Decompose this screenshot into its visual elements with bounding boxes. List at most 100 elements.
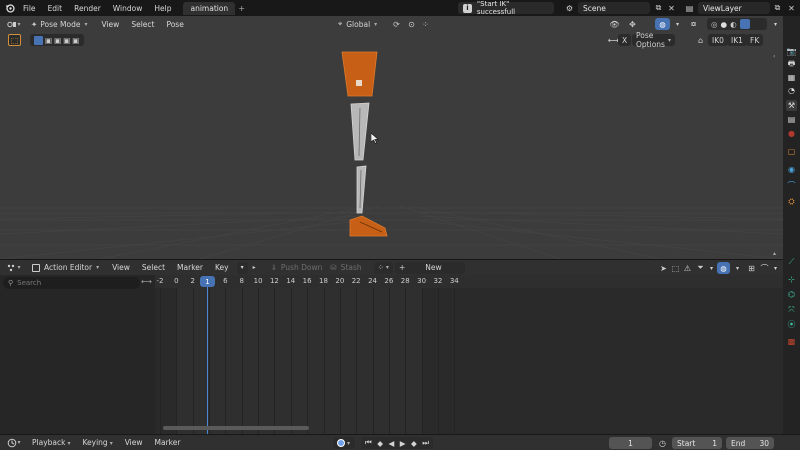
modifier-properties-icon[interactable]: ▤ xyxy=(786,114,797,125)
armature[interactable] xyxy=(330,46,400,246)
stash-button[interactable]: ⛁ Stash xyxy=(326,262,365,274)
new-action-button[interactable]: + New xyxy=(394,261,465,274)
interpolation-dropdown[interactable]: ▾ xyxy=(236,261,248,274)
particles-properties-icon[interactable]: ⦿ xyxy=(786,319,797,330)
timeline-editor-icon[interactable]: ▾ xyxy=(4,437,24,449)
viewport-menu-pose[interactable]: Pose xyxy=(160,20,189,29)
copy-scene-icon[interactable]: ⧉ xyxy=(652,2,665,14)
overlays-dropdown-icon[interactable]: ▾ xyxy=(671,18,684,30)
viewport-menu-select[interactable]: Select xyxy=(125,20,160,29)
menu-window[interactable]: Window xyxy=(107,4,149,13)
ik0-button[interactable]: IK0 xyxy=(708,34,728,46)
overlays-button[interactable]: ◍ xyxy=(655,18,670,30)
x-mirror-toggle[interactable]: X xyxy=(618,34,632,46)
sidebar-toggle-icon[interactable]: ‹ xyxy=(773,53,775,60)
material-shading-icon[interactable]: ◐ xyxy=(730,20,737,29)
frame-ruler[interactable] xyxy=(155,275,783,288)
action-menu-view[interactable]: View xyxy=(106,263,136,272)
jump-to-keyframe-next-icon[interactable]: ◆ xyxy=(411,439,417,448)
filter-errors-icon[interactable]: ⚠ xyxy=(681,262,694,274)
menu-edit[interactable]: Edit xyxy=(42,4,69,13)
swap-icon[interactable]: ⟷ xyxy=(141,277,152,286)
visibility-icon[interactable]: 👁 xyxy=(608,18,621,30)
select-new-icon[interactable] xyxy=(34,35,43,45)
wireframe-shading-icon[interactable]: ◎ xyxy=(711,20,718,29)
constraint-properties-icon[interactable]: ⌒ xyxy=(786,180,797,191)
channel-search-input[interactable]: ⚲ Search xyxy=(3,277,140,289)
keyframe-add-icon[interactable]: ⊞ xyxy=(745,262,758,274)
output-properties-icon[interactable]: 🖶 xyxy=(786,59,797,70)
horizontal-scrollbar[interactable] xyxy=(163,426,309,430)
action-menu-select[interactable]: Select xyxy=(136,263,171,272)
jump-to-end-icon[interactable]: ⏭ xyxy=(422,438,429,448)
select-extend-icon[interactable]: ▣ xyxy=(45,36,52,45)
texture-properties-icon[interactable]: ⌬ xyxy=(786,289,797,300)
jump-to-keyframe-prev-icon[interactable]: ◆ xyxy=(377,439,383,448)
bone-constraint-properties-icon[interactable]: ⊹ xyxy=(786,274,797,285)
editor-type-icon[interactable]: ▾ xyxy=(3,18,25,30)
object-properties-icon[interactable]: ▢ xyxy=(786,146,797,157)
view-layer-icon[interactable]: ▤ xyxy=(683,2,696,14)
viewport-menu-view[interactable]: View xyxy=(96,20,126,29)
copy-view-layer-icon[interactable]: ⧉ xyxy=(771,2,784,14)
bone-thigh-top[interactable] xyxy=(341,51,378,97)
view-layer-field[interactable]: ViewLayer xyxy=(698,2,770,14)
selection-modes[interactable]: ▣ ▣ ▣ ▣ xyxy=(30,34,84,46)
timeline-menu-keying[interactable]: Keying ▾ xyxy=(76,438,118,447)
editor-type-icon[interactable]: ▾ xyxy=(4,262,24,274)
select-subtract-icon[interactable]: ▣ xyxy=(54,36,61,45)
play-reverse-icon[interactable]: ◀ xyxy=(388,439,394,448)
end-frame-field[interactable]: End 30 xyxy=(726,437,774,449)
proportional-dropdown-icon[interactable]: ▾ xyxy=(731,262,744,274)
current-frame-indicator[interactable]: 1 xyxy=(200,276,215,287)
mode-selector[interactable]: ✦ Pose Mode ▾ xyxy=(27,18,92,30)
timeline-menu-playback[interactable]: Playback ▾ xyxy=(26,438,76,447)
current-frame-field[interactable]: 1 xyxy=(609,437,652,449)
action-menu-marker[interactable]: Marker xyxy=(171,263,209,272)
play-icon[interactable]: ▶ xyxy=(400,439,406,448)
timeline-menu-marker[interactable]: Marker xyxy=(149,438,187,447)
bone-shin-lower[interactable] xyxy=(356,165,367,214)
menu-render[interactable]: Render xyxy=(68,4,107,13)
start-frame-field[interactable]: Start 1 xyxy=(672,437,722,449)
proportional-edit-button[interactable]: ◍ xyxy=(717,262,730,274)
workspace-tab-animation[interactable]: animation xyxy=(183,1,236,15)
physics-properties-icon[interactable]: ◉ xyxy=(786,164,797,175)
tool-properties-icon[interactable]: ⚒ xyxy=(786,100,797,111)
action-menu-key[interactable]: Key xyxy=(209,263,235,272)
timeline-menu-view[interactable]: View xyxy=(119,438,149,447)
scene-properties-icon[interactable]: ◔ xyxy=(786,85,797,96)
select-invert-icon[interactable]: ▣ xyxy=(63,36,70,45)
shader-properties-icon[interactable]: ▩ xyxy=(786,336,797,347)
scroll-up-icon[interactable]: ▴ xyxy=(773,250,776,257)
fk-button[interactable]: FK xyxy=(746,34,764,46)
delete-view-layer-icon[interactable]: ✕ xyxy=(785,2,798,14)
interpolation-extra-icon[interactable]: ▸ xyxy=(248,262,261,274)
bone-properties-icon[interactable]: ⟋ xyxy=(786,256,797,267)
action-browse-button[interactable]: ⁘ ▾ xyxy=(373,261,393,274)
add-workspace-icon[interactable]: + xyxy=(235,2,248,14)
shading-dropdown-icon[interactable]: ▾ xyxy=(769,18,782,30)
rendered-shading-icon[interactable] xyxy=(739,19,750,29)
shading-modes[interactable]: ◎ ● ◐ xyxy=(707,18,767,30)
jump-to-start-icon[interactable]: ⏮ xyxy=(365,438,372,448)
delete-scene-icon[interactable]: ✕ xyxy=(665,2,678,14)
scene-icon[interactable]: ⚙ xyxy=(563,2,576,14)
snap-icon[interactable]: ⊙ xyxy=(405,18,418,30)
render-properties-icon[interactable]: 📷 xyxy=(786,46,797,57)
menu-help[interactable]: Help xyxy=(148,4,177,13)
transform-orientation[interactable]: ⌖ Global ▾ xyxy=(334,18,381,30)
ik1-button[interactable]: IK1 xyxy=(727,34,747,46)
solid-shading-icon[interactable]: ● xyxy=(721,20,728,29)
menu-file[interactable]: File xyxy=(17,4,42,13)
view-layer-properties-icon[interactable]: ▦ xyxy=(786,72,797,83)
xray-icon[interactable]: ⧇ xyxy=(687,18,700,30)
snap-target-icon[interactable]: ⁘ xyxy=(419,18,432,30)
3d-viewport[interactable]: ▾ ✦ Pose Mode ▾ View Select Pose ⌖ Globa… xyxy=(0,16,783,259)
pose-extra-icon[interactable]: ⌂ xyxy=(694,34,707,46)
curve-dropdown-icon[interactable]: ▾ xyxy=(769,262,782,274)
scene-field[interactable]: Scene xyxy=(578,2,650,14)
select-intersect-icon[interactable]: ▣ xyxy=(72,36,79,45)
world-properties-icon[interactable]: ● xyxy=(786,128,797,139)
object-data-properties-icon[interactable]: ⛭ xyxy=(786,196,797,207)
